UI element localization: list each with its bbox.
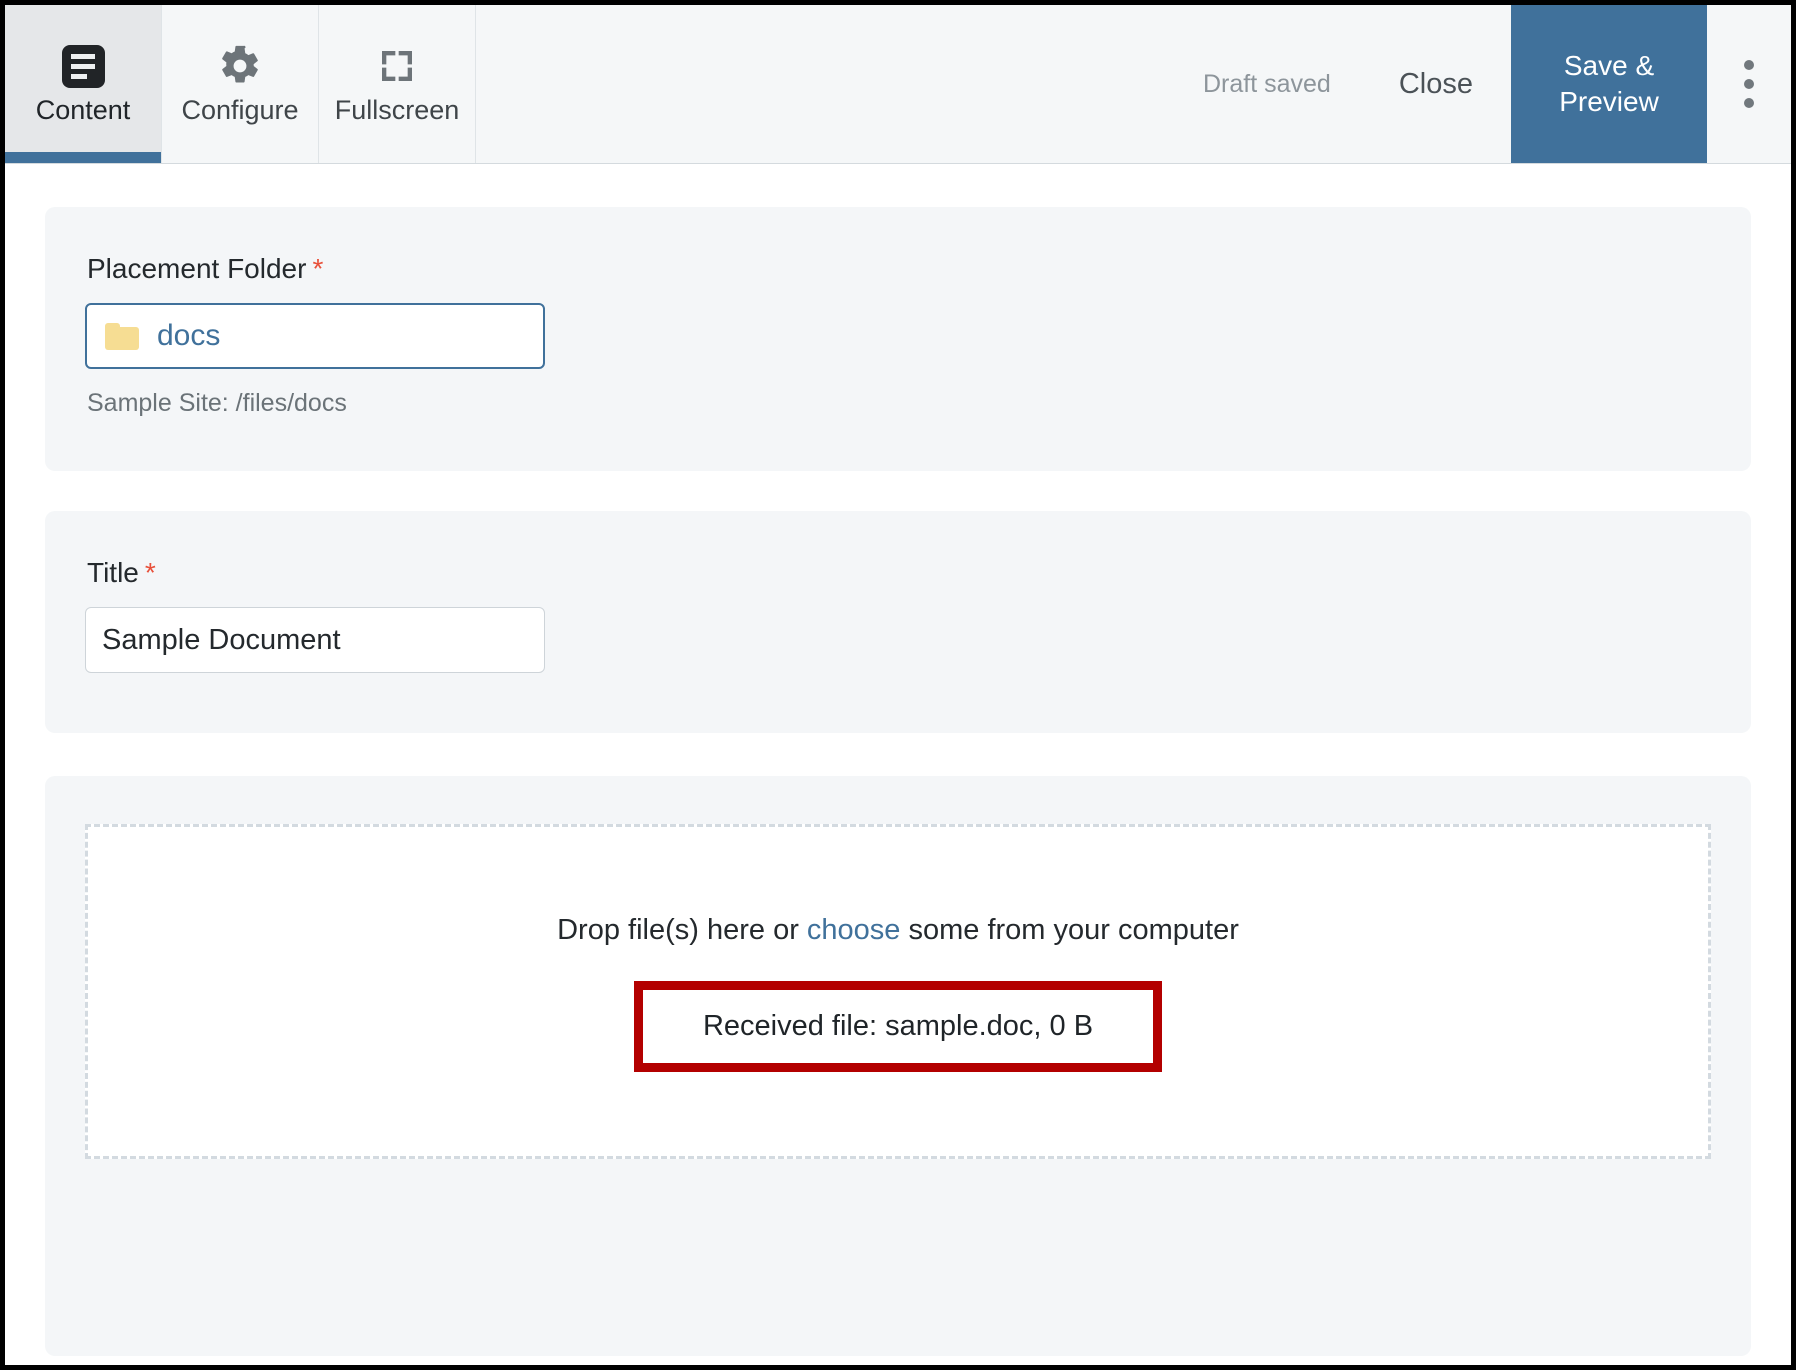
placement-folder-helper: Sample Site: /files/docs bbox=[87, 389, 347, 417]
dropzone-instruction: Drop file(s) here or choose some from yo… bbox=[557, 913, 1239, 946]
tab-configure-label: Configure bbox=[181, 95, 299, 125]
close-button[interactable]: Close bbox=[1361, 5, 1511, 163]
dropzone-text-before: Drop file(s) here or bbox=[557, 913, 807, 946]
placement-folder-field[interactable]: docs bbox=[85, 303, 545, 369]
fullscreen-icon bbox=[377, 44, 417, 88]
active-tab-indicator bbox=[5, 152, 161, 163]
title-label: Title * bbox=[87, 559, 1711, 587]
file-upload-section: Drop file(s) here or choose some from yo… bbox=[45, 776, 1751, 1356]
editor-body: Placement Folder * docs Sample Site: /fil… bbox=[5, 207, 1791, 1356]
tab-fullscreen[interactable]: Fullscreen bbox=[319, 5, 476, 163]
editor-window: Content Configure Fullscreen Draft saved… bbox=[0, 0, 1796, 1370]
received-file-highlight: Received file: sample.doc, 0 B bbox=[633, 980, 1163, 1072]
tab-configure[interactable]: Configure bbox=[162, 5, 319, 163]
document-lines-icon bbox=[61, 44, 105, 88]
folder-icon bbox=[105, 322, 139, 350]
choose-file-link[interactable]: choose bbox=[807, 914, 901, 946]
received-file-text: Received file: sample.doc, 0 B bbox=[702, 1009, 1094, 1042]
editor-toolbar: Content Configure Fullscreen Draft saved… bbox=[5, 5, 1791, 164]
placement-folder-label-text: Placement Folder bbox=[87, 253, 307, 284]
title-label-text: Title bbox=[87, 557, 139, 588]
draft-status-text: Draft saved bbox=[1203, 69, 1331, 98]
placement-folder-label: Placement Folder * bbox=[87, 255, 1711, 283]
title-input[interactable] bbox=[85, 607, 545, 673]
tab-bar: Content Configure Fullscreen bbox=[5, 5, 476, 163]
gear-icon bbox=[218, 44, 262, 88]
title-section: Title * bbox=[45, 511, 1751, 733]
tab-fullscreen-label: Fullscreen bbox=[334, 95, 460, 125]
vertical-dots-icon[interactable] bbox=[1707, 5, 1791, 163]
required-asterisk: * bbox=[144, 557, 156, 588]
file-dropzone[interactable]: Drop file(s) here or choose some from yo… bbox=[85, 824, 1711, 1159]
toolbar-actions: Draft saved Close Save & Preview bbox=[1173, 5, 1791, 163]
required-asterisk: * bbox=[312, 253, 324, 284]
placement-folder-section: Placement Folder * docs Sample Site: /fil… bbox=[45, 207, 1751, 471]
save-and-preview-button[interactable]: Save & Preview bbox=[1511, 5, 1707, 163]
dropzone-text-after: some from your computer bbox=[900, 913, 1239, 946]
tab-content-label: Content bbox=[35, 95, 131, 125]
tab-content[interactable]: Content bbox=[5, 5, 162, 163]
placement-folder-value: docs bbox=[157, 319, 221, 352]
